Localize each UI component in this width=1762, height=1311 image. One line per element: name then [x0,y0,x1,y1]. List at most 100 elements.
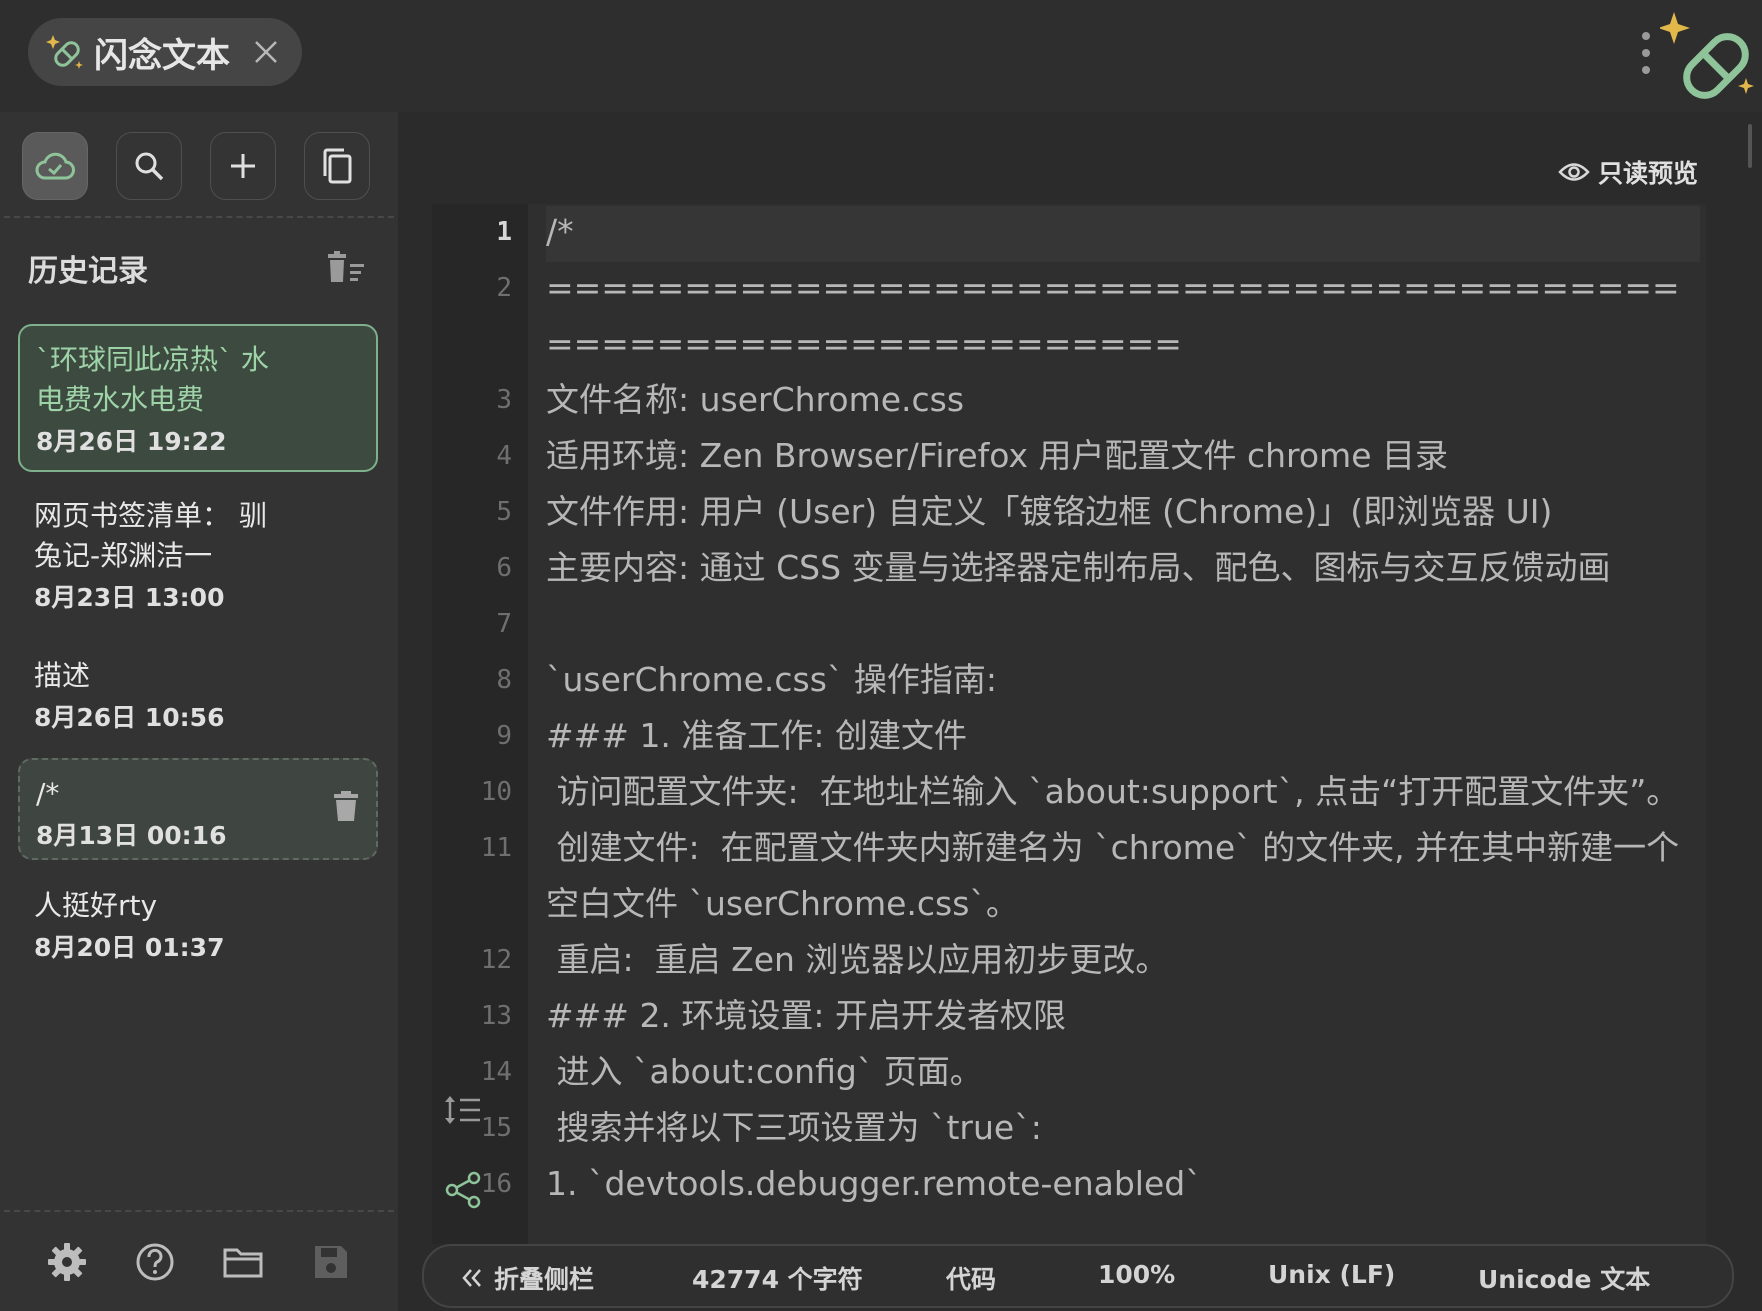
history-item-title: `环球同此凉热` 水 电费水水电费 [36,343,269,416]
help-icon[interactable] [133,1240,177,1284]
history-item[interactable]: 网页书签清单： 驯 兔记-郑渊洁一 8月23日 13:00 [18,482,378,618]
code-line-text: 1. `devtools.debugger.remote-enabled` [546,1164,1202,1203]
history-item-date: 8月20日 01:37 [34,933,225,962]
code-line: 10 访问配置文件夹: 在地址栏输入 `about:support`, 点击“打… [432,764,1706,820]
history-title: 历史记录 [28,254,148,289]
history-item-title: 网页书签清单： 驯 兔记-郑渊洁一 [34,499,267,572]
code-line-text: 重启: 重启 Zen 浏览器以应用初步更改。 [546,940,1169,979]
code-line: 11 创建文件: 在配置文件夹内新建名为 `chrome` 的文件夹, 并在其中… [432,820,1706,932]
code-line: 16 1. `devtools.debugger.remote-enabled` [432,1156,1706,1212]
code-line-text: 访问配置文件夹: 在地址栏输入 `about:support`, 点击“打开配置… [546,772,1680,811]
history-item-title: 描述 [34,659,91,692]
code-line: 6 主要内容: 通过 CSS 变量与选择器定制布局、配色、图标与交互反馈动画 [432,540,1706,596]
collapse-sidebar-label: 折叠侧栏 [494,1265,595,1294]
line-number: 5 [496,497,512,527]
readonly-preview-button[interactable]: 只读预览 [1558,154,1698,190]
status-bar: 折叠侧栏 42774 个字符 代码 100% Unix (LF) Unicode… [422,1244,1734,1308]
code-line: 4 适用环境: Zen Browser/Firefox 用户配置文件 chrome… [432,428,1706,484]
code-line-text: ### 1. 准备工作: 创建文件 [546,716,968,755]
code-line: 13 ### 2. 环境设置: 开启开发者权限 [432,988,1706,1044]
zoom-level[interactable]: 100% [1098,1260,1175,1289]
code-line-text: 适用环境: Zen Browser/Firefox 用户配置文件 chrome … [546,436,1448,475]
line-number: 12 [480,945,512,975]
code-line-text: ========================================… [546,268,1680,363]
tab-flash-text[interactable]: 闪念文本 [28,18,302,86]
line-number: 3 [496,385,512,415]
history-item-title: 人挺好rty [34,889,158,922]
line-number: 11 [480,833,512,863]
encoding[interactable]: Unicode 文本 [1478,1260,1650,1296]
plus-icon [231,154,255,178]
eye-icon [1558,163,1590,181]
save-icon[interactable] [309,1240,353,1284]
sparkle-pill-logo [1660,12,1754,99]
sidebar: 历史记录 `环球同此凉热` 水 电费水水电费 8月26日 19:22 网页书签清… [0,112,398,1311]
history-item[interactable]: `环球同此凉热` 水 电费水水电费 8月26日 19:22 [18,324,378,472]
clear-history-icon[interactable] [326,250,366,286]
line-number: 10 [480,777,512,807]
readonly-preview-label: 只读预览 [1598,159,1699,188]
search-button[interactable] [116,132,182,200]
line-number: 1 [496,217,512,247]
code-line: 5 文件作用: 用户 (User) 自定义「镀铬边框 (Chrome)」(即浏览器… [432,484,1706,540]
cloud-check-icon [35,152,75,180]
double-chevron-left-icon [462,1269,481,1287]
folder-icon[interactable] [221,1240,265,1284]
copy-icon [323,148,352,184]
code-line: 15 搜索并将以下三项设置为 `true`: [432,1100,1706,1156]
line-spacing-icon[interactable] [442,1090,484,1130]
code-line-text: `userChrome.css` 操作指南: [546,660,998,699]
history-item-date: 8月26日 19:22 [36,427,227,456]
code-lines: 1 /* 2 ====================================… [432,204,1706,1212]
char-count: 42774 个字符 [692,1265,863,1294]
history-item-title: /* [36,777,60,810]
line-number: 4 [496,441,512,471]
code-line: 7 [432,596,1706,652]
divider [4,1210,394,1212]
line-number: 6 [496,553,512,583]
search-icon [135,152,164,181]
code-line-text: 主要内容: 通过 CSS 变量与选择器定制布局、配色、图标与交互反馈动画 [546,548,1611,587]
vertical-dots-icon[interactable] [1636,28,1656,78]
history-item-date: 8月23日 13:00 [34,583,225,612]
code-line-text: 创建文件: 在配置文件夹内新建名为 `chrome` 的文件夹, 并在其中新建一… [546,828,1680,923]
history-item-date: 8月26日 10:56 [34,703,225,732]
collapse-sidebar-button[interactable]: 折叠侧栏 [460,1260,594,1296]
code-line: 3 文件名称: userChrome.css [432,372,1706,428]
language-mode[interactable]: 代码 [946,1260,996,1296]
code-line-text: 进入 `about:config` 页面。 [546,1052,983,1091]
line-number: 2 [496,273,512,303]
trash-icon[interactable] [332,790,360,822]
code-line-text: ### 2. 环境设置: 开启开发者权限 [546,996,1067,1035]
line-number: 7 [496,609,512,639]
add-button[interactable] [210,132,276,200]
tab-title: 闪念文本 [94,35,230,76]
history-item-date: 8月13日 00:16 [36,821,227,850]
code-editor[interactable]: 1 /* 2 ====================================… [432,204,1706,1244]
close-icon[interactable] [248,34,284,70]
code-line-text: 文件名称: userChrome.css [546,380,965,419]
scrollbar[interactable] [1748,124,1752,168]
code-line-text: 搜索并将以下三项设置为 `true`: [546,1108,1042,1147]
settings-icon[interactable] [45,1240,89,1284]
title-bar: 闪念文本 [0,0,1762,112]
code-line: 2 =======================================… [432,260,1706,372]
cloud-sync-button[interactable] [22,132,88,200]
divider [4,216,394,218]
copy-button[interactable] [304,132,370,200]
code-line-text: /* [546,212,574,251]
line-number: 13 [480,1001,512,1031]
line-ending[interactable]: Unix (LF) [1268,1260,1395,1289]
code-line-text [546,596,1696,652]
code-line-text: 文件作用: 用户 (User) 自定义「镀铬边框 (Chrome)」(即浏览器 … [546,492,1553,531]
line-number: 9 [496,721,512,751]
code-line: 12 重启: 重启 Zen 浏览器以应用初步更改。 [432,932,1706,988]
code-line: 1 /* [432,204,1706,260]
history-item[interactable]: /* 8月13日 00:16 [18,758,378,860]
history-item[interactable]: 描述 8月26日 10:56 [18,642,378,742]
sparkle-pill-icon [46,35,83,69]
history-item[interactable]: 人挺好rty 8月20日 01:37 [18,872,378,972]
share-icon[interactable] [444,1170,486,1210]
code-line: 14 进入 `about:config` 页面。 [432,1044,1706,1100]
line-number: 8 [496,665,512,695]
